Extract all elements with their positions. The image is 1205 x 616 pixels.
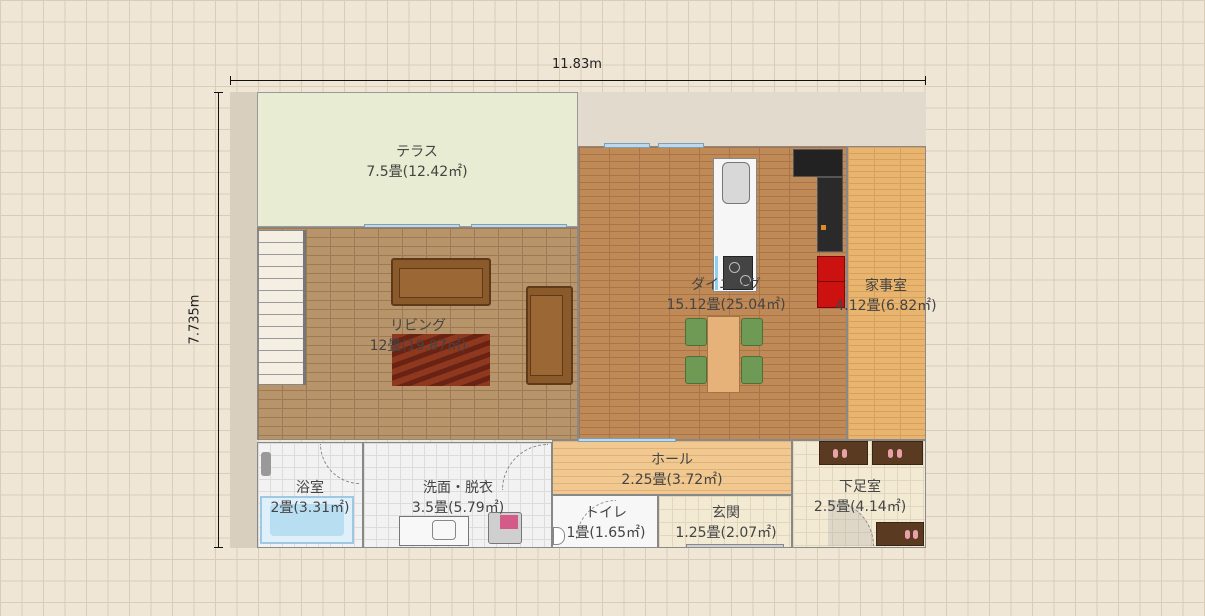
sofa-right-cushion [530,295,563,376]
shoe-room-name: 下足室 [839,479,881,495]
hall-name: ホール [651,452,693,468]
shoe-icon [905,530,910,539]
staircase[interactable] [258,230,306,385]
chair[interactable] [741,356,763,384]
stair-rail [303,230,306,385]
height-dimension-tick-top [214,92,223,93]
dining-area: 15.12畳(25.04㎡) [666,297,786,313]
dining-window-1[interactable] [604,143,650,148]
washbasin-bowl [432,520,456,540]
hall-area: 2.25畳(3.72㎡) [621,472,723,488]
height-dimension-tick-bottom [214,547,223,548]
living-label: リビング 12畳(19.87㎡) [370,316,467,356]
outer-wall-right [925,146,926,548]
terrace-label: テラス 7.5畳(12.42㎡) [366,142,467,182]
entrance-label: 玄関 1.25畳(2.07㎡) [675,503,776,543]
shoe-icon [913,530,918,539]
width-dimension-label: 11.83m [552,57,602,72]
bath-name: 浴室 [295,480,324,496]
wash-name: 洗面・脱衣 [423,480,493,496]
outer-wall-bottom [257,547,926,548]
shoe-icon [842,449,847,458]
range-black[interactable] [793,149,843,177]
chair[interactable] [685,356,707,384]
outer-wall-strip-left [230,92,257,548]
shoe-room-label: 下足室 2.5畳(4.14㎡) [814,477,906,517]
hall-opening[interactable] [578,438,676,442]
wash-label: 洗面・脱衣 3.5畳(5.79㎡) [412,478,504,518]
width-dimension-line [230,80,926,81]
tall-cabinet-black[interactable] [817,177,843,252]
living-area: 12畳(19.87㎡) [369,338,467,354]
stove-burner-icon [729,262,740,273]
outer-wall-strip-top [578,92,926,146]
entrance-area: 1.25畳(2.07㎡) [675,525,777,541]
height-dimension-line [218,92,219,548]
chair[interactable] [685,318,707,346]
toilet-area: 1畳(1.65㎡) [566,525,646,541]
entrance-name: 玄関 [712,505,740,521]
width-dimension-tick-right [925,76,926,85]
utility-area: 4.12畳(6.82㎡) [835,298,937,314]
shoe-room-area: 2.5畳(4.14㎡) [813,499,907,515]
dining-table[interactable] [707,316,740,393]
dining-label: ダイニング 15.12畳(25.04㎡) [666,275,785,315]
height-dimension-label: 7.735m [187,294,203,345]
terrace-area: 7.5畳(12.42㎡) [366,164,468,180]
dining-window-2[interactable] [658,143,704,148]
shoe-icon [888,449,893,458]
shoe-icon [833,449,838,458]
utility-name: 家事室 [865,278,907,294]
shoe-icon [897,449,902,458]
dining-name: ダイニング [691,277,761,293]
hall-label: ホール 2.25畳(3.72㎡) [621,450,722,490]
toilet-name: トイレ [584,505,627,521]
bath-area: 2畳(3.31㎡) [270,500,350,516]
width-dimension-tick-left [230,76,231,85]
bath-label: 浴室 2畳(3.31㎡) [270,478,349,518]
wash-area: 3.5畳(5.79㎡) [411,500,505,516]
sofa-top-cushion [399,268,483,298]
kitchen-sink[interactable] [722,162,750,204]
toilet-label: トイレ 1畳(1.65㎡) [566,503,645,543]
utility-label: 家事室 4.12畳(6.82㎡) [835,276,936,316]
chair[interactable] [741,318,763,346]
appliance-light-icon [821,225,826,230]
terrace-name: テラス [396,144,438,160]
living-name: リビング [389,318,446,334]
shower-faucet-icon [261,452,271,476]
